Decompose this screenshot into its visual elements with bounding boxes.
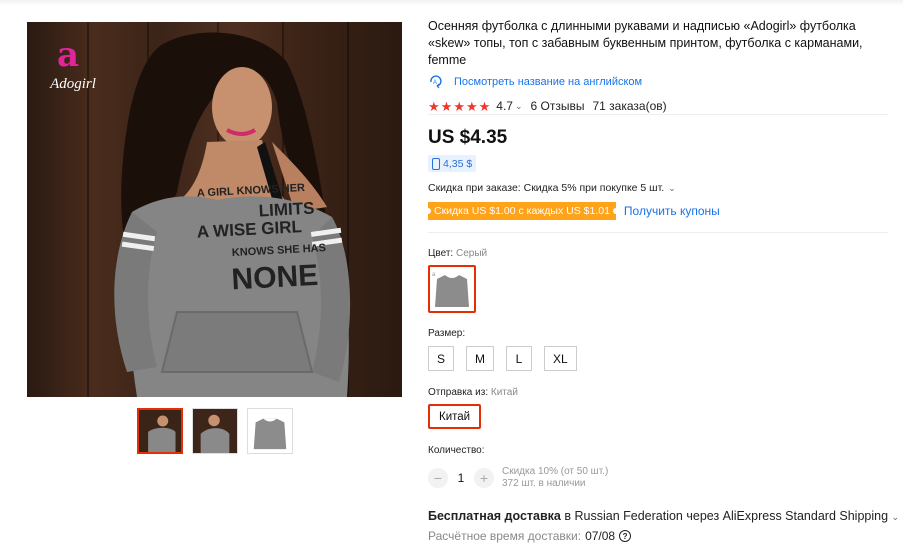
- get-coupons-link[interactable]: Получить купоны: [624, 204, 720, 218]
- star-icon: ★: [440, 98, 453, 114]
- product-info: Осенняя футболка с длинными рукавами и н…: [428, 18, 888, 114]
- quantity-decrease-button[interactable]: −: [428, 468, 448, 488]
- size-option-xl[interactable]: XL: [544, 346, 577, 371]
- size-option-l[interactable]: L: [506, 346, 533, 371]
- svg-text:A: A: [433, 80, 437, 86]
- svg-text:NONE: NONE: [231, 259, 319, 296]
- reviews-count[interactable]: 6 Отзывы: [531, 99, 585, 113]
- quantity-stepper: − 1 + Скидка 10% (от 50 шт.) 372 шт. в н…: [428, 466, 608, 490]
- size-label: Размер:: [428, 328, 466, 339]
- discount-label: Скидка при заказе: Скидка 5% при покупке…: [428, 182, 665, 194]
- translate-label: Посмотреть название на английском: [454, 76, 643, 88]
- product-main-image[interactable]: A GIRL KNOWS HER LIMITS A WISE GIRL KNOW…: [27, 22, 402, 397]
- ship-from-option-china[interactable]: Китай: [428, 404, 482, 429]
- ship-from-label: Отправка из: Китай: [428, 387, 518, 398]
- eta-date: 07/08: [585, 529, 616, 543]
- rating-score[interactable]: 4.7: [496, 99, 513, 113]
- star-icon: ★: [465, 98, 478, 114]
- rating-stars: ★ ★ ★ ★ ★: [428, 100, 490, 113]
- bulk-discount[interactable]: Скидка при заказе: Скидка 5% при покупке…: [428, 182, 676, 194]
- mobile-price: 4,35 $: [443, 157, 473, 170]
- divider: [428, 232, 888, 233]
- stock-count: 372 шт. в наличии: [502, 478, 586, 489]
- quantity-value[interactable]: 1: [448, 471, 474, 485]
- coupon-row: Скидка US $1.00 с каждых US $1.01 Получи…: [425, 202, 720, 220]
- size-options: S M L XL: [428, 346, 577, 371]
- rating-row: ★ ★ ★ ★ ★ 4.7 ⌄ 6 Отзывы 71 заказа(ов): [428, 98, 888, 114]
- quantity-increase-button[interactable]: +: [474, 468, 494, 488]
- shipping-info[interactable]: Бесплатная доставка в Russian Federation…: [428, 509, 899, 523]
- bulk-discount-note: Скидка 10% (от 50 шт.): [502, 466, 609, 477]
- thumbnail-2[interactable]: [192, 408, 238, 454]
- svg-text:a: a: [432, 272, 436, 278]
- top-shadow: [0, 0, 903, 6]
- chevron-down-icon: ⌄: [891, 512, 900, 522]
- chevron-down-icon[interactable]: ⌄: [515, 101, 523, 112]
- coupon-tag: Скидка US $1.00 с каждых US $1.01: [425, 202, 619, 220]
- color-value: Серый: [455, 248, 488, 259]
- thumbnail-1[interactable]: [137, 408, 183, 454]
- size-option-m[interactable]: M: [466, 346, 495, 371]
- phone-icon: [432, 157, 440, 170]
- product-title: Осенняя футболка с длинными рукавами и н…: [428, 19, 863, 67]
- color-label: Цвет: Серый: [428, 248, 487, 259]
- price: US $4.35: [428, 127, 508, 148]
- size-option-s[interactable]: S: [428, 346, 455, 371]
- thumbnail-3[interactable]: [247, 408, 293, 454]
- translate-icon: A: [430, 75, 442, 89]
- quantity-label: Количество:: [428, 445, 485, 456]
- brand-logo: a Adogirl: [50, 35, 96, 92]
- orders-count: 71 заказа(ов): [592, 99, 667, 113]
- ship-from-value: Китай: [490, 387, 518, 398]
- free-shipping-label: Бесплатная доставка: [428, 509, 561, 523]
- help-icon[interactable]: ?: [619, 530, 632, 542]
- star-icon: ★: [478, 98, 491, 114]
- quantity-info: Скидка 10% (от 50 шт.) 372 шт. в наличии: [502, 466, 608, 490]
- divider: [428, 114, 888, 115]
- chevron-down-icon: ⌄: [668, 182, 676, 193]
- ship-from-label-text: Отправка из:: [428, 387, 489, 398]
- color-label-text: Цвет:: [428, 248, 454, 259]
- mobile-price-badge: 4,35 $: [428, 155, 477, 172]
- star-icon: ★: [428, 98, 440, 114]
- shipping-details: в Russian Federation через AliExpress St…: [564, 509, 889, 523]
- eta-label: Расчётное время доставки:: [428, 529, 582, 543]
- thumbnail-strip: [137, 408, 297, 454]
- delivery-estimate: Расчётное время доставки: 07/08 ?: [428, 529, 632, 543]
- star-icon: ★: [453, 98, 465, 114]
- translate-link[interactable]: A Посмотреть название на английском: [428, 75, 888, 89]
- color-swatch-grey[interactable]: a: [428, 265, 476, 313]
